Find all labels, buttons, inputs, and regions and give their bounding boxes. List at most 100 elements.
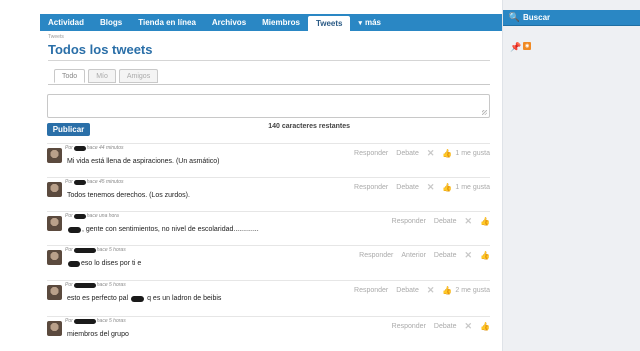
reply-link[interactable]: Responder [354, 287, 388, 294]
debate-link[interactable]: Debate [434, 252, 457, 259]
search-label: Buscar [523, 13, 551, 22]
avatar[interactable] [47, 148, 62, 163]
tweet-by: Por [65, 247, 73, 253]
delete-icon[interactable]: ✕ [427, 148, 435, 159]
tweet-text-body: eso lo dises por ti e [81, 260, 142, 267]
tweet-time[interactable]: hace 5 horas [97, 318, 126, 324]
debate-link[interactable]: Debate [396, 150, 419, 157]
tweet-time[interactable]: hace 5 horas [97, 247, 126, 253]
avatar[interactable] [47, 216, 62, 231]
debate-link[interactable]: Debate [434, 323, 457, 330]
debate-link[interactable]: Debate [434, 218, 457, 225]
tweet-time[interactable]: hace 44 minutos [87, 145, 124, 151]
like-control[interactable]: 👍 1 me gusta [442, 183, 490, 192]
tweet-time[interactable]: hace 45 minutos [87, 179, 124, 185]
redacted-text [68, 226, 81, 233]
debate-link[interactable]: Debate [396, 184, 419, 191]
tweet-text: , gente con sentimientos, no nivel de es… [67, 226, 259, 233]
tweet-actions: Responder Debate ✕ 👍 2 me gusta [354, 285, 490, 296]
tweet-item: Por hace 5 horas miembros del grupo Resp… [47, 316, 490, 351]
tweet-item: Por hace 45 minutos Todos tenemos derech… [47, 177, 490, 212]
tweet-text: Todos tenemos derechos. (Los zurdos). [67, 192, 190, 199]
filter-tabs: Todo Mío Amigos [54, 69, 159, 83]
avatar[interactable] [47, 321, 62, 336]
thumbs-up-icon: 👍 [442, 149, 453, 158]
nav-item-miembros[interactable]: Miembros [254, 14, 308, 31]
main-content: Actividad Blogs Tienda en línea Archivos… [0, 0, 502, 351]
thumbs-up-icon: 👍 [442, 183, 453, 192]
nav-item-actividad[interactable]: Actividad [40, 14, 92, 31]
tweet-item: Por hace 5 horas eso lo dises por ti e R… [47, 245, 490, 280]
tweet-actions: Responder Debate ✕ 👍 1 me gusta [354, 182, 490, 193]
rss-icon[interactable]: ◉ [523, 42, 532, 50]
pin-icon[interactable]: 📌 [510, 42, 521, 53]
tweet-text: esto es perfecto pal q es un ladron de b… [67, 295, 221, 302]
like-count: 1 me gusta [455, 150, 490, 157]
tweet-actions: Responder Debate ✕ 👍 1 me gusta [354, 148, 490, 159]
delete-icon[interactable]: ✕ [464, 216, 472, 227]
like-control[interactable]: 👍 2 me gusta [442, 286, 490, 295]
delete-icon[interactable]: ✕ [464, 321, 472, 332]
nav-item-archivos[interactable]: Archivos [204, 14, 254, 31]
thumbs-up-icon[interactable]: 👍 [480, 217, 490, 226]
nav-item-more[interactable]: más [350, 14, 389, 31]
redacted-author[interactable] [73, 145, 86, 151]
sidebar-tools: 📌 ◉ [510, 42, 532, 53]
avatar[interactable] [47, 285, 62, 300]
avatar[interactable] [47, 250, 62, 265]
like-count: 1 me gusta [455, 184, 490, 191]
breadcrumb[interactable]: Tweets [48, 34, 64, 40]
nav-item-tweets[interactable]: Tweets [307, 16, 351, 31]
page-title: Todos los tweets [48, 42, 153, 57]
reply-link[interactable]: Responder [359, 252, 393, 259]
nav-item-tienda[interactable]: Tienda en línea [130, 14, 204, 31]
redacted-author[interactable] [73, 282, 96, 288]
tweet-meta: Por hace 5 horas [65, 247, 126, 253]
avatar[interactable] [47, 182, 62, 197]
tweet-meta: Por hace 44 minutos [65, 145, 123, 151]
reply-link[interactable]: Responder [392, 323, 426, 330]
delete-icon[interactable]: ✕ [464, 250, 472, 261]
thumbs-up-icon: 👍 [442, 286, 453, 295]
tweet-text: eso lo dises por ti e [67, 260, 141, 267]
like-control[interactable]: 👍 1 me gusta [442, 149, 490, 158]
reply-link[interactable]: Responder [392, 218, 426, 225]
redacted-author[interactable] [73, 213, 86, 219]
redacted-author[interactable] [73, 247, 96, 253]
tweet-text-start: esto es perfecto pal [67, 295, 129, 302]
nav-item-blogs[interactable]: Blogs [92, 14, 130, 31]
tab-mio[interactable]: Mío [88, 69, 116, 83]
tweet-text-end: q es un ladron de beibis [147, 295, 222, 302]
tweet-actions: Responder Anterior Debate ✕ 👍 [359, 250, 490, 261]
tweet-meta: Por hace 45 minutos [65, 179, 123, 185]
publish-button[interactable]: Publicar [47, 123, 90, 136]
like-count: 2 me gusta [455, 287, 490, 294]
redacted-author[interactable] [73, 318, 96, 324]
thumbs-up-icon[interactable]: 👍 [480, 251, 490, 260]
search-bar[interactable]: 🔍 Buscar [503, 10, 640, 26]
tabs-divider [48, 84, 490, 85]
tweet-by: Por [65, 145, 73, 151]
tweet-time[interactable]: hace una hora [87, 213, 119, 219]
reply-link[interactable]: Responder [354, 184, 388, 191]
delete-icon[interactable]: ✕ [427, 285, 435, 296]
previous-link[interactable]: Anterior [401, 252, 426, 259]
tweet-item: Por hace 44 minutos Mi vida está llena d… [47, 143, 490, 178]
tweet-meta: Por hace 5 horas [65, 318, 126, 324]
tab-todo[interactable]: Todo [54, 69, 86, 83]
delete-icon[interactable]: ✕ [427, 182, 435, 193]
tweet-by: Por [65, 213, 73, 219]
thumbs-up-icon[interactable]: 👍 [480, 322, 490, 331]
reply-link[interactable]: Responder [354, 150, 388, 157]
resize-grip-icon[interactable] [482, 110, 487, 115]
char-count: 140 caracteres restantes [268, 123, 350, 130]
debate-link[interactable]: Debate [396, 287, 419, 294]
tweet-meta: Por hace una hora [65, 213, 119, 219]
search-icon: 🔍 [508, 12, 521, 22]
tweet-actions: Responder Debate ✕ 👍 [392, 216, 490, 227]
tweet-input[interactable] [47, 94, 490, 118]
redacted-author[interactable] [73, 179, 86, 185]
tweet-by: Por [65, 179, 73, 185]
tab-amigos[interactable]: Amigos [118, 69, 159, 83]
tweet-time[interactable]: hace 5 horas [97, 282, 126, 288]
